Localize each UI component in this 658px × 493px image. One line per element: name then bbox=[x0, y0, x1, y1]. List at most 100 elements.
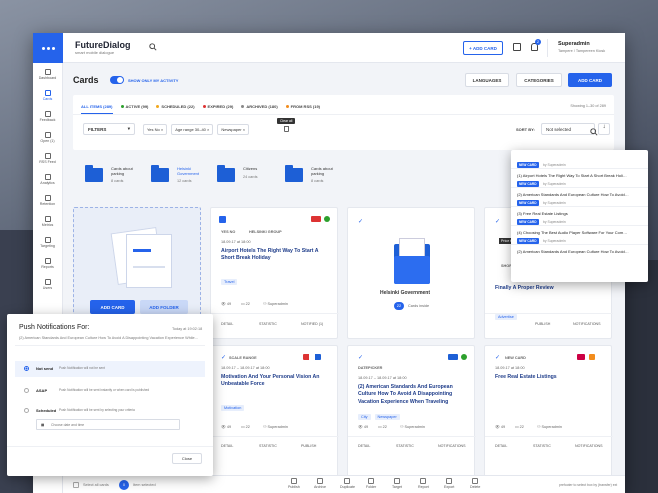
folder-title[interactable]: Helsinki Government bbox=[380, 290, 430, 296]
notification-item[interactable]: NEW CARD by Superadmin (3) Free Real Esta… bbox=[511, 188, 648, 216]
empty-add-folder-button[interactable]: ADD FOLDER bbox=[140, 300, 188, 314]
radio-not-send[interactable] bbox=[24, 366, 29, 371]
publish-action[interactable]: PUBLISH bbox=[535, 322, 550, 326]
notifications-action[interactable]: NOTIFICATIONS bbox=[573, 322, 600, 326]
calendar-icon[interactable] bbox=[513, 43, 521, 51]
date-time-input[interactable]: ▦ Choose date and time bbox=[36, 419, 180, 430]
trash-icon[interactable] bbox=[284, 126, 289, 132]
user-name[interactable]: Superadmin bbox=[558, 41, 590, 47]
bulk-action-duplicate[interactable]: Duplicate bbox=[340, 478, 355, 489]
card-tag[interactable]: Advertise bbox=[495, 314, 517, 320]
notification-item[interactable]: NEW CARD by Superadmin (2) American Stand… bbox=[511, 169, 648, 197]
tab[interactable]: EXPIRED (29) bbox=[202, 104, 233, 114]
tab[interactable]: FROM RSS (19) bbox=[285, 104, 320, 114]
content-card[interactable]: ✓ SCALE RANGE 18.09.17 – 18.09.17 at 18:… bbox=[210, 345, 339, 477]
radio-asap[interactable] bbox=[24, 388, 29, 393]
bulk-action-report[interactable]: Report bbox=[418, 478, 429, 489]
card-title[interactable]: (2) American Standards And European Cult… bbox=[358, 384, 468, 406]
notifications-popup: NEW CARD by Superadmin (1) Airport Hotels… bbox=[511, 150, 648, 282]
tab[interactable]: ACTIVE (99) bbox=[120, 104, 148, 114]
filter-chip[interactable]: Age range 30–40 × bbox=[171, 124, 214, 135]
sort-order-button[interactable]: ↓ bbox=[598, 123, 610, 135]
languages-button[interactable]: LANGUAGES bbox=[465, 73, 509, 87]
folder-name[interactable]: Cards about parking bbox=[311, 166, 343, 176]
folder-name[interactable]: Helsinki Government bbox=[177, 166, 209, 176]
bulk-action-export[interactable]: Export bbox=[444, 478, 454, 489]
tab[interactable]: ALL ITEMS (289) bbox=[81, 104, 113, 114]
sidebar-item[interactable]: Metrics bbox=[33, 211, 62, 231]
content-card[interactable]: ✓ DATEPICKER 18.09.17 – 18.09.17 at 18:0… bbox=[347, 345, 476, 477]
bulk-action-folder[interactable]: Folder bbox=[366, 478, 376, 489]
sidebar-item[interactable]: Open (1) bbox=[33, 127, 62, 147]
notifications-action[interactable]: NOTIFICATIONS bbox=[575, 444, 602, 448]
card-tag[interactable]: City bbox=[358, 414, 371, 420]
sidebar-item[interactable]: Analytics bbox=[33, 169, 62, 189]
header-add-card-button[interactable]: + ADD CARD bbox=[463, 41, 503, 55]
card-title[interactable]: Motivation And Your Personal Vision An U… bbox=[221, 374, 331, 389]
notification-item[interactable]: NEW CARD by Superadmin (4) Choosing The B… bbox=[511, 207, 648, 235]
sidebar-item[interactable]: Targeting bbox=[33, 232, 62, 252]
logo[interactable] bbox=[33, 33, 63, 63]
card-tag[interactable]: Motivation bbox=[221, 405, 245, 411]
calendar-icon: ▦ bbox=[41, 423, 45, 427]
content-card[interactable]: YES NO HELSINKI GROUP 18.09.17 at 18:00 … bbox=[210, 207, 339, 339]
statistic-action[interactable]: STATISTIC bbox=[259, 322, 277, 326]
folder-name[interactable]: Cards about parking bbox=[111, 166, 143, 176]
add-card-button[interactable]: ADD CARD bbox=[568, 73, 612, 87]
notification-item[interactable]: NEW CARD by Superadmin (2) American Stand… bbox=[511, 226, 648, 254]
folder-icon[interactable] bbox=[85, 165, 103, 182]
sidebar-item[interactable]: Dashboard bbox=[33, 64, 62, 84]
tab[interactable]: SCHEDULED (22) bbox=[156, 104, 195, 114]
activity-toggle[interactable] bbox=[110, 76, 124, 84]
content-card[interactable]: ✓ NEW CARD 18.09.17 at 18:00 Free Real E… bbox=[484, 345, 613, 477]
filters-dropdown[interactable]: FILTERS ▾ bbox=[83, 123, 135, 135]
tab[interactable]: ARCHIVED (180) bbox=[241, 104, 278, 114]
sort-dropdown[interactable]: Not selected bbox=[541, 123, 595, 135]
statistic-action[interactable]: STATISTIC bbox=[259, 444, 277, 448]
notified-action[interactable]: NOTIFIED (1) bbox=[301, 322, 323, 326]
search-icon[interactable] bbox=[149, 43, 157, 51]
detail-action[interactable]: DETAIL bbox=[358, 444, 370, 448]
card-title[interactable]: Airport Hotels The Right Way To Start A … bbox=[221, 248, 331, 263]
sidebar-item[interactable]: Cards bbox=[33, 85, 62, 105]
filter-chip[interactable]: Yes No × bbox=[143, 124, 168, 135]
app-tagline: smart mobile dialogue bbox=[75, 50, 115, 55]
folder-card[interactable]: ✓ Helsinki Government 22 Cards inside bbox=[347, 207, 475, 339]
close-icon[interactable]: × bbox=[242, 127, 245, 132]
sidebar-item[interactable]: Reports bbox=[33, 253, 62, 273]
radio-scheduled[interactable] bbox=[24, 408, 29, 413]
search-icon[interactable] bbox=[590, 128, 598, 136]
folder-name[interactable]: Citizens bbox=[243, 166, 275, 171]
statistic-action[interactable]: STATISTIC bbox=[396, 444, 414, 448]
bulk-action-publish[interactable]: Publish bbox=[288, 478, 300, 489]
statistic-action[interactable]: STATISTIC bbox=[533, 444, 551, 448]
notification-item[interactable]: NEW CARD by Superadmin (1) Airport Hotels… bbox=[511, 150, 648, 178]
bulk-action-target[interactable]: Target bbox=[392, 478, 402, 489]
folder-icon[interactable] bbox=[151, 165, 169, 182]
checkbox[interactable] bbox=[219, 216, 226, 223]
bulk-action-archive[interactable]: Archive bbox=[314, 478, 326, 489]
card-tag[interactable]: Newspaper bbox=[374, 414, 400, 420]
card-tag[interactable]: Travel bbox=[221, 279, 238, 285]
notifications-action[interactable]: NOTIFICATIONS bbox=[438, 444, 465, 448]
publish-action[interactable]: PUBLISH bbox=[301, 444, 316, 448]
card-title[interactable]: Free Real Estate Listings bbox=[495, 374, 605, 381]
detail-action[interactable]: DETAIL bbox=[221, 322, 233, 326]
bulk-action-delete[interactable]: Delete bbox=[470, 478, 480, 489]
sidebar-item[interactable]: Users bbox=[33, 274, 62, 294]
close-icon[interactable]: × bbox=[160, 127, 163, 132]
empty-add-card-button[interactable]: ADD CARD bbox=[90, 300, 135, 314]
detail-action[interactable]: DETAIL bbox=[221, 444, 233, 448]
sidebar-item[interactable]: Feedback bbox=[33, 106, 62, 126]
filter-chip[interactable]: Newspaper × bbox=[217, 124, 250, 135]
detail-action[interactable]: DETAIL bbox=[495, 444, 507, 448]
select-all-checkbox[interactable] bbox=[73, 482, 79, 488]
folder-icon[interactable] bbox=[217, 165, 235, 182]
close-button[interactable]: Close bbox=[172, 453, 202, 464]
card-title[interactable]: Finally A Proper Review bbox=[495, 285, 605, 292]
close-icon[interactable]: × bbox=[206, 127, 209, 132]
sidebar-item[interactable]: Retention bbox=[33, 190, 62, 210]
sidebar-item[interactable]: RSS Feed bbox=[33, 148, 62, 168]
folder-icon[interactable] bbox=[285, 165, 303, 182]
categories-button[interactable]: CATEGORIES bbox=[516, 73, 562, 87]
